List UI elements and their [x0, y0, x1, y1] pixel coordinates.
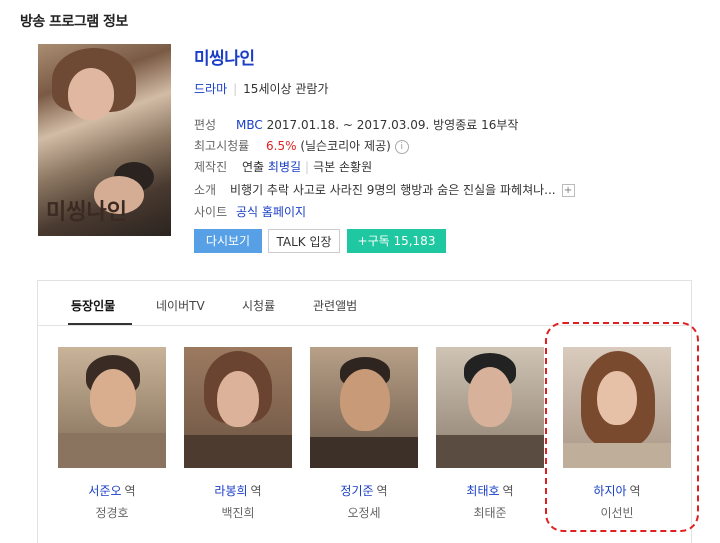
role-suffix: 역: [502, 484, 514, 498]
role-name-link[interactable]: 정기준: [340, 484, 373, 498]
role-suffix: 역: [250, 484, 262, 498]
schedule-value: 2017.01.18. ~ 2017.03.09. 방영종료 16부작: [266, 118, 519, 132]
plus-icon[interactable]: +: [561, 184, 575, 197]
tab-bar: 등장인물 네이버TV 시청률 관련앨범: [38, 281, 691, 326]
talk-button[interactable]: TALK 입장: [268, 229, 340, 253]
poster-logo: 미씽나인: [46, 199, 127, 225]
director-link[interactable]: 최병길: [268, 160, 301, 174]
schedule-row: 편성 MBC 2017.01.18. ~ 2017.03.09. 방영종료 16부…: [194, 116, 518, 133]
cast-card[interactable]: 서준오 역 정경호: [58, 347, 166, 521]
tab-navertv[interactable]: 네이버TV: [156, 297, 205, 314]
cast-card[interactable]: 정기준 역 오정세: [310, 347, 418, 521]
genre-link[interactable]: 드라마: [194, 82, 227, 96]
info-icon[interactable]: i: [394, 139, 409, 154]
production-label: 제작진: [194, 160, 228, 174]
divider: |: [233, 82, 238, 96]
intro-text: 비행기 추락 사고로 사라진 9명의 행방과 숨은 진실을 파헤쳐나...: [230, 183, 556, 197]
tab-ratings[interactable]: 시청률: [242, 297, 275, 314]
intro-row: 소개 비행기 추락 사고로 사라진 9명의 행방과 숨은 진실을 파헤쳐나... +: [194, 181, 575, 198]
cast-photo[interactable]: [310, 347, 418, 468]
replay-button[interactable]: 다시보기: [194, 229, 262, 253]
genre-rating-line: 드라마 | 15세이상 관람가: [194, 80, 329, 97]
cast-photo[interactable]: [58, 347, 166, 468]
age-rating: 15세이상 관람가: [243, 82, 329, 96]
cast-photo[interactable]: [184, 347, 292, 468]
peak-source: (닐슨코리아 제공): [300, 139, 391, 153]
peak-value: 6.5%: [266, 139, 297, 153]
role-name-link[interactable]: 서준오: [88, 484, 121, 498]
official-site-link[interactable]: 공식 홈페이지: [236, 205, 306, 219]
actor-name[interactable]: 백진희: [184, 504, 292, 521]
cast-card[interactable]: 라봉희 역 백진희: [184, 347, 292, 521]
subscribe-button[interactable]: +구독 15,183: [347, 229, 446, 253]
role-suffix: 역: [124, 484, 136, 498]
writer: 극본 손황원: [313, 160, 373, 174]
highlight-annotation: [545, 322, 699, 532]
broadcaster-link[interactable]: MBC: [236, 118, 263, 132]
role-suffix: 역: [376, 484, 388, 498]
site-row: 사이트 공식 홈페이지: [194, 203, 306, 220]
program-title[interactable]: 미씽나인: [194, 44, 255, 69]
tab-album[interactable]: 관련앨범: [313, 297, 357, 314]
schedule-label: 편성: [194, 118, 217, 132]
program-poster[interactable]: 미씽나인: [38, 44, 171, 236]
actor-name[interactable]: 정경호: [58, 504, 166, 521]
cast-photo[interactable]: [436, 347, 544, 468]
site-label: 사이트: [194, 205, 228, 219]
peak-label: 최고시청률: [194, 139, 250, 153]
role-name-link[interactable]: 라봉희: [214, 484, 247, 498]
production-row: 제작진 연출 최병길 | 극본 손황원: [194, 160, 373, 174]
tab-cast[interactable]: 등장인물: [71, 297, 115, 314]
cast-card[interactable]: 최태호 역 최태준: [436, 347, 544, 521]
director-role: 연출: [242, 160, 265, 174]
peak-rating-row: 최고시청률 6.5% (닐슨코리아 제공) i: [194, 137, 409, 154]
role-name-link[interactable]: 최태호: [466, 484, 499, 498]
actor-name[interactable]: 오정세: [310, 504, 418, 521]
actor-name[interactable]: 최태준: [436, 504, 544, 521]
active-tab-indicator: [68, 323, 132, 325]
intro-label: 소개: [194, 183, 217, 197]
section-title: 방송 프로그램 정보: [20, 14, 128, 30]
